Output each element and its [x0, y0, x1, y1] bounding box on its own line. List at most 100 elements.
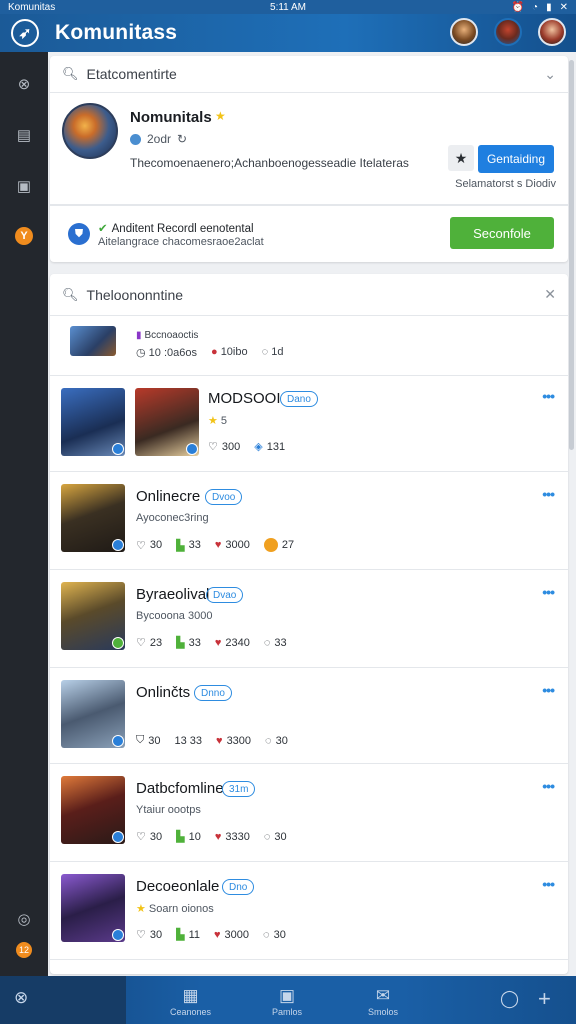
stat-likes: ♡ 30	[136, 928, 163, 942]
store-icon: ▦	[182, 986, 199, 1005]
stat-value: 10 :0a6os	[148, 347, 197, 359]
game-title[interactable]: Onlinčts	[136, 684, 190, 701]
stat-value: 33	[188, 539, 201, 551]
game-subtitle: ★ Soarn oionos	[136, 902, 214, 915]
heart-icon: ♥	[214, 928, 221, 941]
community-meta: 2odr ↻	[130, 132, 187, 146]
close-icon[interactable]: ✕	[560, 2, 568, 13]
stat-hearts: ♥ 3000	[214, 929, 249, 941]
settings-icon[interactable]: ◎	[14, 909, 34, 929]
heart-outline-icon: ♡	[136, 539, 146, 552]
nav-mail[interactable]: ✉ Smolos	[368, 986, 398, 1017]
nav-games[interactable]: ▣ Pamlos	[272, 986, 302, 1017]
heart-outline-icon: ♡	[136, 831, 146, 843]
heart-icon: ●	[210, 346, 221, 358]
stat-value: 33	[188, 636, 201, 649]
game-title[interactable]: Decoeonlale	[136, 878, 219, 895]
app-logo-icon[interactable]: ➶	[11, 19, 39, 47]
comment-icon: ◌	[263, 636, 271, 649]
badge-icon	[112, 637, 124, 649]
book-icon[interactable]: ▣	[14, 176, 34, 196]
badge-icon	[112, 539, 124, 551]
game-title[interactable]: MODSOOI	[208, 390, 281, 407]
stat-value: 3000	[225, 539, 250, 551]
follow-button[interactable]: Gentaiding	[478, 145, 554, 173]
card-search-header[interactable]: 🔍︎ Etatcomentirte ⌄	[50, 56, 568, 93]
favorite-button[interactable]: ★	[448, 145, 474, 171]
promo-button[interactable]: Seconfole	[450, 217, 554, 249]
game-rating: ★ 5	[208, 414, 227, 427]
heart-outline-icon: ♡	[208, 441, 218, 453]
stat-gifts: ▙ 33	[176, 539, 201, 552]
app-bar: ➶ Komunitass	[0, 14, 576, 52]
stat-likes: ♡ 23	[136, 636, 163, 650]
stat-value: 3330	[225, 830, 250, 843]
stat-value: 23	[149, 636, 163, 649]
stat-value: 33	[274, 636, 287, 649]
stat-value: 30	[149, 928, 163, 941]
nav-store[interactable]: ▦ Ceanones	[170, 986, 211, 1017]
plus-icon[interactable]: +	[538, 986, 551, 1013]
search-icon: 🔍︎	[62, 66, 79, 81]
more-options-icon[interactable]: •••	[542, 778, 555, 794]
inbox-icon[interactable]: ▤	[14, 125, 34, 145]
card-search-label: Etatcomentirte	[86, 66, 177, 82]
badge-icon	[112, 443, 124, 455]
compass-icon[interactable]: ⊗	[14, 74, 34, 94]
warrior-avatar[interactable]	[450, 18, 478, 46]
notifications-icon[interactable]: 12	[16, 942, 32, 958]
chevron-down-icon[interactable]: ⌄	[544, 66, 556, 83]
sidebar: ⊗ ▤ ▣ Y ◎ 12	[0, 52, 48, 976]
featured-title: ▮ Bccnoaoctis	[136, 330, 198, 341]
comment-icon: ◌	[265, 734, 272, 747]
game-title[interactable]: Datbcfomline	[136, 780, 224, 797]
game-row[interactable]: Onlinecre Dvoo Ayoconec3ring ♡ 30 ▙ 33 ♥ 30…	[50, 472, 568, 570]
game-stats: ♡ 30 ▙ 33 ♥ 3000 27	[136, 538, 294, 552]
comment-icon: ◌	[263, 928, 270, 941]
stat-value: 131	[266, 440, 286, 453]
game-row[interactable]: Datbcfomline 31m Ytaiur oootps ♡ 30 ▙ 10 ♥…	[50, 764, 568, 862]
stat-views: ◷ 10 :0a6os	[136, 346, 197, 359]
stat-shares: ◈ 131	[254, 440, 286, 454]
stat-likes: ● 10ibo	[211, 346, 248, 359]
game-row[interactable]: Byraeolival Dvao Bycooona 3000 ♡ 23 ▙ 33 ♥…	[50, 570, 568, 668]
featured-row[interactable]: ▮ Bccnoaoctis ◷ 10 :0a6os ● 10ibo ◌ 1d	[50, 316, 568, 376]
game-title[interactable]: Byraeolival	[136, 586, 209, 603]
more-options-icon[interactable]: •••	[542, 486, 555, 502]
game-title[interactable]: Onlinecre	[136, 488, 200, 505]
game-rating-value: 5	[220, 415, 228, 427]
stat-hearts: ♥ 2340	[215, 637, 250, 649]
battery-icon: ▮	[546, 1, 552, 13]
stat-value: 11	[188, 928, 201, 941]
stat-value: 30	[148, 734, 161, 747]
heart-outline-icon: ♡	[136, 929, 146, 941]
promo-subtitle: Aitelangrace chacomesraoe2aclat	[98, 236, 264, 248]
promo-banner: ⛊ ✔ Anditent Recordl eenotental Aitelangr…	[50, 205, 568, 262]
knight-avatar[interactable]	[494, 18, 522, 46]
more-options-icon[interactable]: •••	[542, 388, 555, 404]
stat-value: 30	[274, 830, 287, 843]
stat-value: 2340	[225, 636, 250, 649]
game-thumbnail	[61, 388, 125, 456]
game-thumbnail	[61, 484, 125, 552]
more-options-icon[interactable]: •••	[542, 682, 555, 698]
circle-icon[interactable]: ◯	[500, 989, 519, 1010]
more-options-icon[interactable]: •••	[542, 584, 555, 600]
card-search-header[interactable]: 🔍︎ Theloononntine ✕	[50, 274, 568, 316]
badge-icon	[186, 443, 198, 455]
game-tag: Dvao	[206, 587, 244, 603]
game-row[interactable]: Decoeonlale Dno ★ Soarn oionos ♡ 30 ▙ 11 ♥…	[50, 862, 568, 960]
gift-icon: ▙	[176, 831, 185, 843]
close-icon[interactable]: ✕	[544, 286, 556, 303]
community-meta-text: 2odr	[147, 132, 172, 146]
hero-avatar[interactable]	[538, 18, 566, 46]
refresh-icon: ↻	[177, 132, 188, 146]
scrollbar[interactable]	[569, 60, 574, 450]
more-options-icon[interactable]: •••	[542, 876, 555, 892]
game-row[interactable]: MODSOOI Dano ★ 5 ♡ 300 ◈ 131 •••	[50, 376, 568, 472]
game-row[interactable]: Onlinčts Dnno ⛉ 30 13 33 ♥ 3300 ◌ 30 •••	[50, 668, 568, 764]
shield-icon: ⛊	[68, 223, 90, 245]
community-icon[interactable]: Y	[15, 227, 33, 245]
compass-icon[interactable]: ⊗	[14, 988, 28, 1009]
nav-games-label: Pamlos	[272, 1007, 303, 1017]
